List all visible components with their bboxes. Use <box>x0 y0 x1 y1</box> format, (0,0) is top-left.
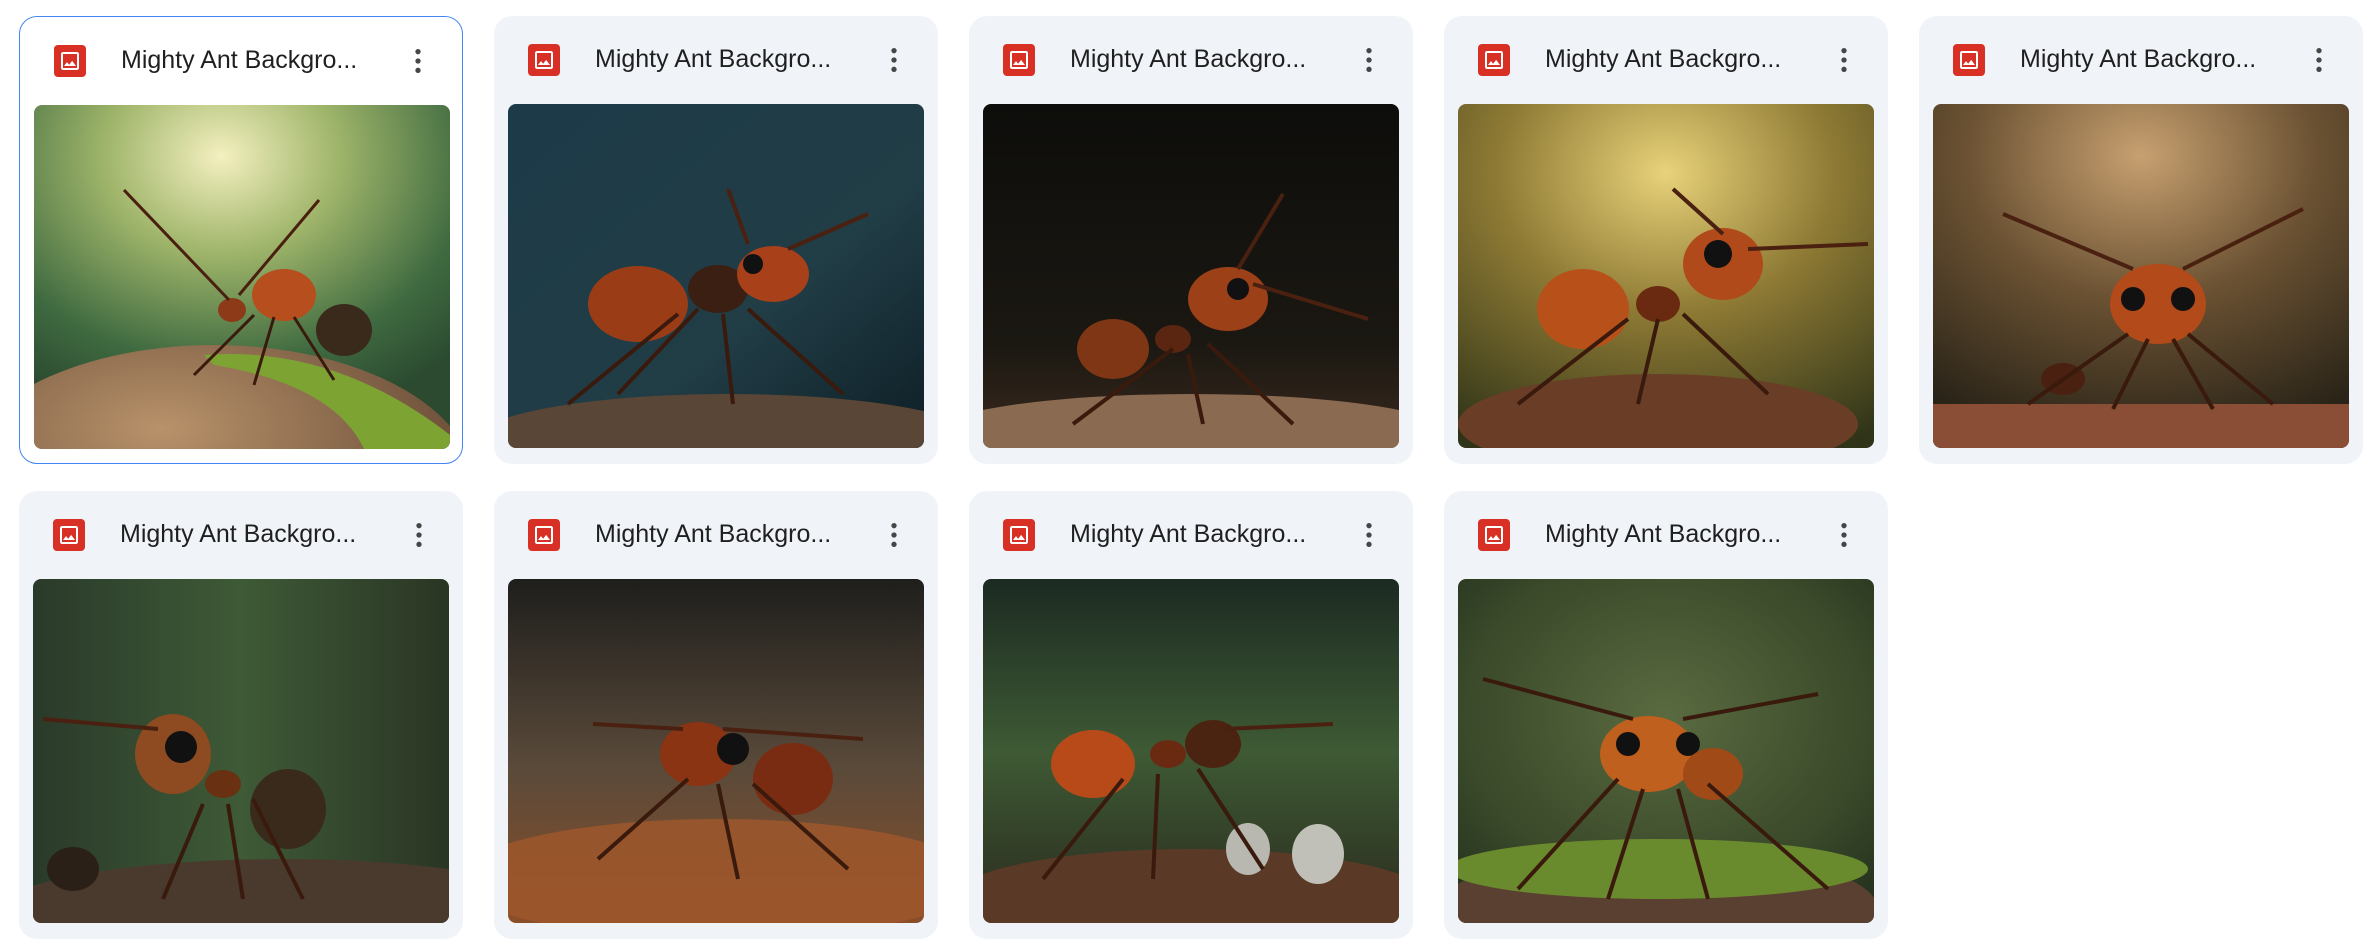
file-card[interactable]: Mighty Ant Backgro... <box>19 16 463 464</box>
file-card[interactable]: Mighty Ant Backgro... <box>1444 491 1888 939</box>
image-file-icon <box>53 519 85 551</box>
file-name: Mighty Ant Backgro... <box>120 520 357 548</box>
file-name: Mighty Ant Backgro... <box>1070 520 1307 548</box>
image-file-icon <box>1478 519 1510 551</box>
file-card-header: Mighty Ant Backgro... <box>969 16 1413 104</box>
file-name: Mighty Ant Backgro... <box>1070 45 1307 73</box>
image-file-icon <box>1003 44 1035 76</box>
file-card-header: Mighty Ant Backgro... <box>1919 16 2363 104</box>
file-card[interactable]: Mighty Ant Backgro... <box>494 16 938 464</box>
file-thumbnail[interactable] <box>983 579 1399 923</box>
image-file-icon <box>528 519 560 551</box>
image-file-icon <box>54 45 86 77</box>
image-file-icon <box>1478 44 1510 76</box>
file-thumbnail[interactable] <box>983 104 1399 448</box>
more-vert-icon[interactable] <box>872 513 916 557</box>
more-vert-icon[interactable] <box>872 38 916 82</box>
file-grid: Mighty Ant Backgro... Mighty Ant Backgro… <box>0 0 2374 946</box>
file-thumbnail[interactable] <box>1933 104 2349 448</box>
file-thumbnail[interactable] <box>33 579 449 923</box>
file-card[interactable]: Mighty Ant Backgro... <box>1919 16 2363 464</box>
more-vert-icon[interactable] <box>397 513 441 557</box>
image-file-icon <box>1003 519 1035 551</box>
file-name: Mighty Ant Backgro... <box>121 46 358 74</box>
file-name: Mighty Ant Backgro... <box>1545 520 1782 548</box>
more-vert-icon[interactable] <box>1347 38 1391 82</box>
image-file-icon <box>1953 44 1985 76</box>
file-card[interactable]: Mighty Ant Backgro... <box>1444 16 1888 464</box>
more-vert-icon[interactable] <box>1822 513 1866 557</box>
file-card-header: Mighty Ant Backgro... <box>494 16 938 104</box>
more-vert-icon[interactable] <box>2297 38 2341 82</box>
more-vert-icon[interactable] <box>1347 513 1391 557</box>
image-file-icon <box>528 44 560 76</box>
file-name: Mighty Ant Backgro... <box>595 45 832 73</box>
file-name: Mighty Ant Backgro... <box>595 520 832 548</box>
file-thumbnail[interactable] <box>508 579 924 923</box>
file-name: Mighty Ant Backgro... <box>1545 45 1782 73</box>
file-card-header: Mighty Ant Backgro... <box>1444 491 1888 579</box>
file-card[interactable]: Mighty Ant Backgro... <box>969 16 1413 464</box>
file-card[interactable]: Mighty Ant Backgro... <box>494 491 938 939</box>
file-thumbnail[interactable] <box>1458 104 1874 448</box>
file-name: Mighty Ant Backgro... <box>2020 45 2257 73</box>
file-card-header: Mighty Ant Backgro... <box>19 491 463 579</box>
file-card-header: Mighty Ant Backgro... <box>1444 16 1888 104</box>
file-card-header: Mighty Ant Backgro... <box>969 491 1413 579</box>
file-thumbnail[interactable] <box>34 105 450 449</box>
file-card-header: Mighty Ant Backgro... <box>494 491 938 579</box>
file-card[interactable]: Mighty Ant Backgro... <box>969 491 1413 939</box>
more-vert-icon[interactable] <box>1822 38 1866 82</box>
file-thumbnail[interactable] <box>1458 579 1874 923</box>
file-thumbnail[interactable] <box>508 104 924 448</box>
more-vert-icon[interactable] <box>396 39 440 83</box>
file-card[interactable]: Mighty Ant Backgro... <box>19 491 463 939</box>
file-card-header: Mighty Ant Backgro... <box>20 17 462 105</box>
